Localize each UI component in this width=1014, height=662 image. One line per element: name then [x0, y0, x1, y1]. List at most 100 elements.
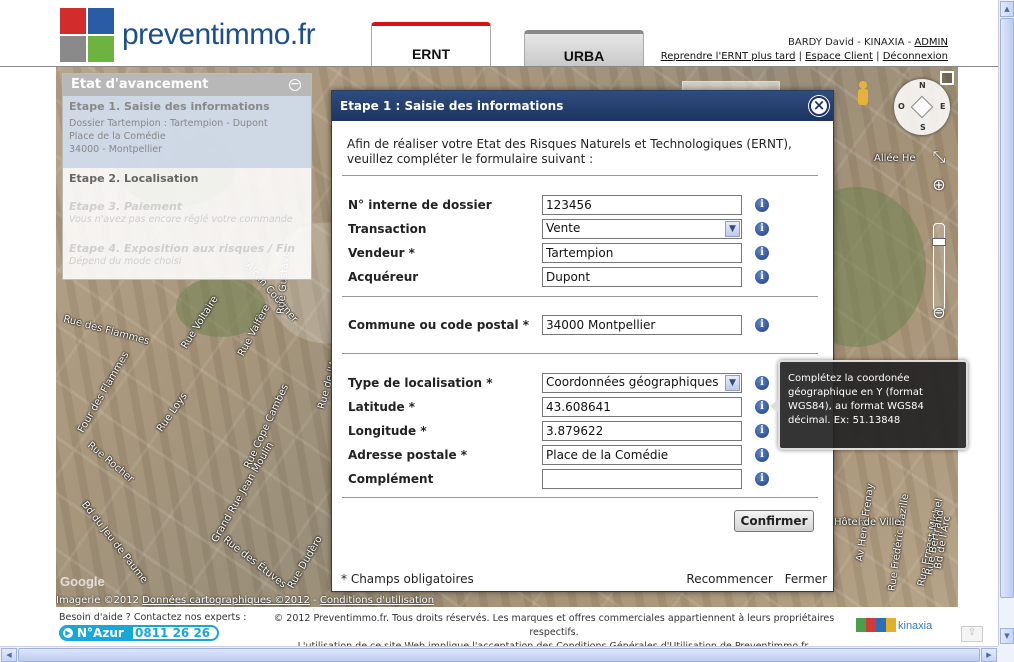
type-localisation-select[interactable]: Coordonnées géographiques ▼: [542, 373, 742, 393]
user-name: BARDY David - KINAXIA -: [788, 37, 915, 48]
zoom-slider-track[interactable]: [932, 223, 946, 311]
info-icon[interactable]: i: [755, 400, 769, 414]
dossier-label: N° interne de dossier: [348, 198, 492, 212]
confirm-button[interactable]: Confirmer: [734, 510, 814, 532]
street-label: Grand Rue Jean Moulin: [209, 440, 277, 545]
step-title: Etape 1. Saisie des informations: [69, 100, 270, 113]
info-icon[interactable]: i: [755, 424, 769, 438]
field-row-acquereur: Acquéreur i: [348, 267, 818, 287]
info-icon[interactable]: i: [755, 222, 769, 236]
adresse-input[interactable]: [542, 445, 742, 465]
page: preventimmo.fr ERNT URBA BARDY David - K…: [0, 0, 1014, 662]
preventimmo-logo[interactable]: [60, 8, 116, 64]
compass-center-icon: [910, 95, 934, 119]
separator: |: [876, 51, 880, 62]
azur-label: N°Azur: [77, 626, 124, 640]
logo-grey-square: [60, 36, 86, 62]
scroll-up-icon[interactable]: ▲: [1000, 1, 1014, 17]
kinaxia-logo[interactable]: kinaxia: [856, 616, 952, 638]
chevron-down-icon[interactable]: ▼: [725, 375, 740, 391]
azur-phone-badge[interactable]: ▶ N°Azur 0811 26 26 26: [59, 625, 219, 641]
copyright-line: © 2012 Preventimmo.fr. Tous droits réser…: [273, 613, 835, 638]
info-icon[interactable]: i: [755, 472, 769, 486]
chevron-down-icon[interactable]: ▼: [725, 221, 740, 237]
scroll-right-icon[interactable]: ▶: [981, 648, 997, 662]
info-icon[interactable]: i: [755, 376, 769, 390]
latitude-help-tooltip: Complétez la coordonée géographique en Y…: [770, 360, 968, 450]
resume-later-link[interactable]: Reprendre l'ERNT plus tard: [661, 51, 796, 62]
share-icon[interactable]: ⇪: [961, 626, 983, 642]
info-icon[interactable]: i: [755, 448, 769, 462]
reset-zoom-icon[interactable]: ⤡: [930, 149, 948, 167]
street-label: Rue Frédéric Bazille: [886, 493, 912, 592]
zoom-slider-thumb[interactable]: [932, 238, 946, 246]
commune-label: Commune ou code postal *: [348, 318, 530, 332]
latitude-label: Latitude *: [348, 400, 416, 414]
acquereur-input[interactable]: [542, 267, 742, 287]
footer: Besoin d'aide ? Contactez nos experts : …: [56, 608, 958, 652]
horizontal-scroll-thumb[interactable]: [18, 648, 980, 662]
commune-input[interactable]: [542, 315, 742, 335]
info-icon[interactable]: i: [755, 270, 769, 284]
step-item: Etape 1. Saisie des informations Dossier…: [63, 96, 311, 168]
compass-west: O: [898, 102, 905, 111]
street-label: Bd du Jeu de Paume: [78, 499, 150, 586]
admin-link[interactable]: ADMIN: [914, 37, 948, 48]
zoom-out-icon[interactable]: ⊖: [930, 305, 948, 323]
field-row-dossier: N° interne de dossier i: [348, 195, 818, 215]
close-link[interactable]: Fermer: [785, 572, 827, 586]
scroll-left-icon[interactable]: ◀: [1, 648, 17, 662]
info-icon[interactable]: i: [755, 198, 769, 212]
collapse-icon[interactable]: −: [289, 78, 301, 91]
compass-pan-control[interactable]: N S E O: [894, 79, 950, 135]
horizontal-scrollbar[interactable]: ◀ ▶: [0, 646, 998, 662]
street-label: Rue des Étuves: [220, 534, 289, 591]
dossier-input[interactable]: [542, 195, 742, 215]
step-detail: Place de la Comédie: [69, 131, 166, 142]
step-title: Etape 3. Paiement: [69, 200, 183, 213]
transaction-value: Vente: [546, 221, 581, 235]
client-space-link[interactable]: Espace Client: [805, 51, 873, 62]
restart-link[interactable]: Recommencer: [686, 572, 772, 586]
info-icon[interactable]: i: [755, 246, 769, 260]
tab-ernt[interactable]: ERNT: [371, 22, 491, 67]
map-copyright: Imagerie ©2012 Données cartographiques ©…: [56, 595, 435, 606]
vertical-scrollbar[interactable]: ▲ ▼: [998, 0, 1014, 646]
user-box: BARDY David - KINAXIA - ADMIN Reprendre …: [661, 36, 948, 64]
street-label: Allée He: [874, 153, 916, 164]
fullscreen-icon[interactable]: [940, 71, 954, 85]
longitude-label: Longitude *: [348, 424, 427, 438]
zoom-in-icon[interactable]: ⊕: [930, 177, 948, 195]
field-row-transaction: Transaction Vente ▼ i: [348, 219, 818, 239]
scroll-down-icon[interactable]: ▼: [1000, 628, 1014, 644]
step-title: Etape 2. Localisation: [69, 172, 199, 185]
logo-text: preventimmo.fr: [122, 18, 316, 51]
progress-title: Etat d'avancement: [71, 77, 209, 92]
transaction-select[interactable]: Vente ▼: [542, 219, 742, 239]
logout-link[interactable]: Déconnexion: [883, 51, 948, 62]
field-row-complement: Complément i: [348, 469, 818, 489]
compass-north: N: [919, 81, 926, 90]
latitude-input[interactable]: [542, 397, 742, 417]
zoom-control[interactable]: ⤡ ⊕ ⊖: [928, 149, 950, 327]
vendeur-input[interactable]: [542, 243, 742, 263]
pegman-icon[interactable]: [856, 81, 870, 105]
compass-east: E: [940, 102, 946, 111]
complement-label: Complément: [348, 472, 434, 486]
tab-urba[interactable]: URBA: [524, 30, 644, 67]
step-detail: Dépend du mode choisi: [69, 256, 182, 267]
step-detail: Vous n'avez pas encore réglé votre comma…: [69, 214, 293, 225]
acquereur-label: Acquéreur: [348, 270, 419, 284]
info-icon[interactable]: i: [755, 318, 769, 332]
vertical-scroll-thumb[interactable]: [1000, 18, 1014, 598]
complement-input[interactable]: [542, 469, 742, 489]
kinaxia-text: kinaxia: [898, 620, 933, 632]
longitude-input[interactable]: [542, 421, 742, 441]
step-detail: 34000 - Montpellier: [69, 144, 162, 155]
map-data-link[interactable]: Données cartographiques ©2012: [142, 595, 310, 606]
street-label: Four des Flammes: [76, 350, 132, 435]
close-icon[interactable]: ×: [809, 96, 829, 116]
terms-link[interactable]: Conditions d'utilisation: [320, 595, 434, 606]
logo-red-square: [60, 8, 86, 34]
field-row-longitude: Longitude * i: [348, 421, 818, 441]
